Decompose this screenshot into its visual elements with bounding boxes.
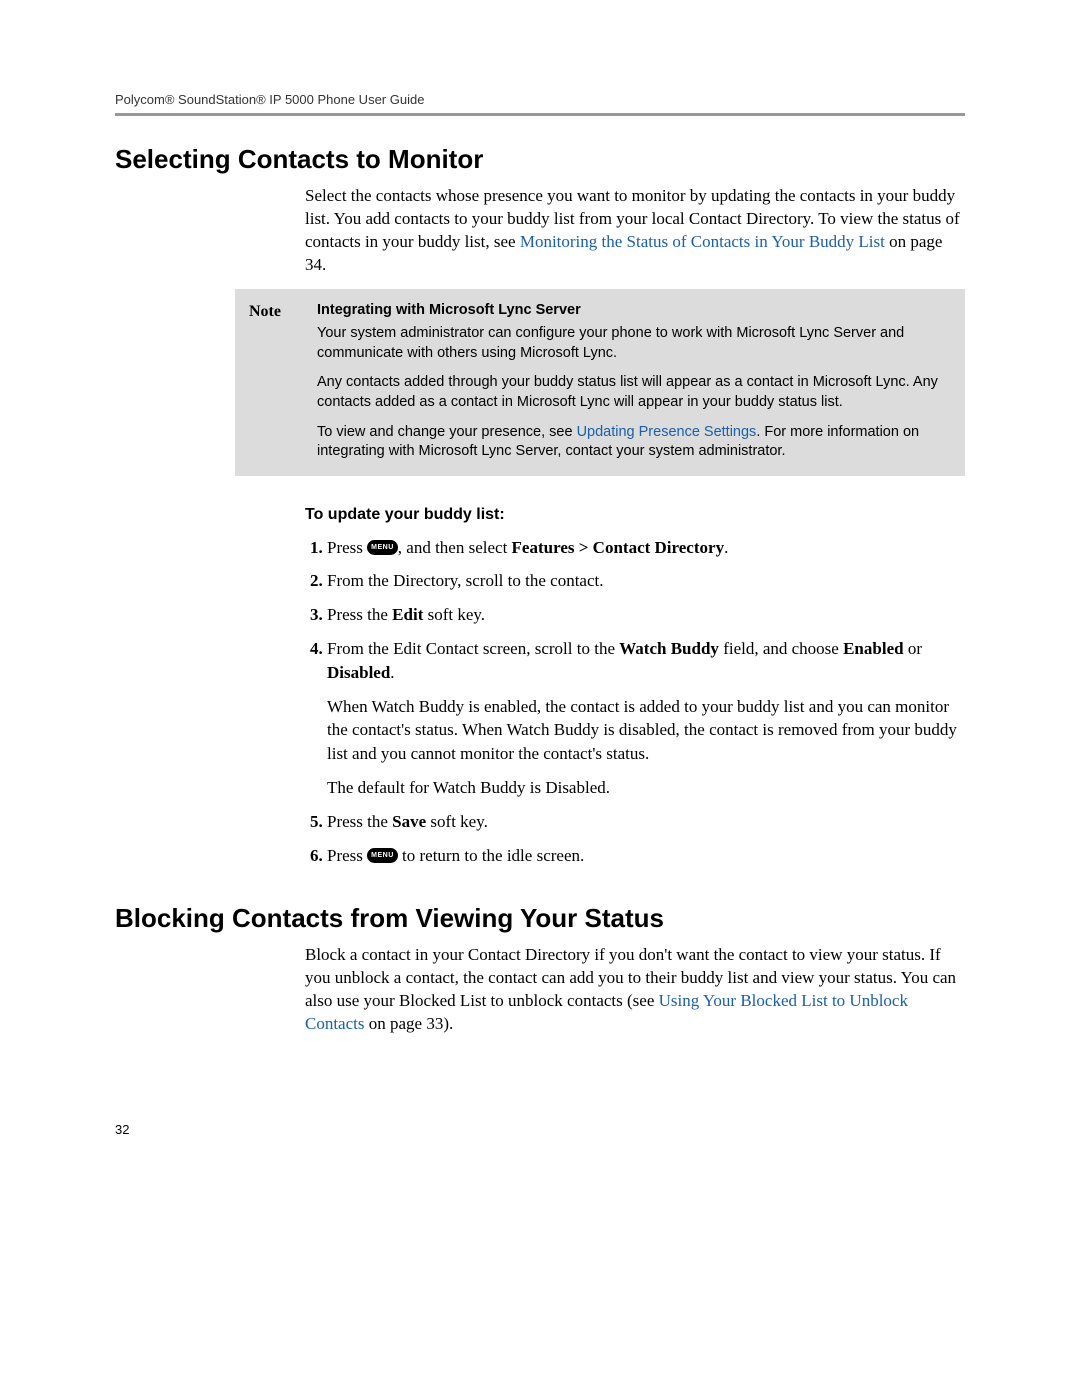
step3-b: Edit — [392, 605, 423, 624]
s2-post: on page 33). — [365, 1014, 454, 1033]
menu-button-icon: MENU — [367, 848, 398, 863]
note-label: Note — [249, 301, 295, 462]
procedure-title: To update your buddy list: — [305, 506, 965, 524]
page-number: 32 — [115, 1122, 129, 1137]
step5-a: Press the — [327, 812, 392, 831]
step6-post: to return to the idle screen. — [398, 846, 584, 865]
step4-g: . — [390, 663, 394, 682]
step3-c: soft key. — [423, 605, 485, 624]
step4-d: Enabled — [843, 639, 903, 658]
note-p3: To view and change your presence, see Up… — [317, 423, 951, 462]
running-header: Polycom® SoundStation® IP 5000 Phone Use… — [115, 92, 965, 107]
section2-paragraph: Block a contact in your Contact Director… — [305, 944, 965, 1036]
note-box: Note Integrating with Microsoft Lync Ser… — [235, 289, 965, 476]
header-rule — [115, 113, 965, 116]
step4-f: Disabled — [327, 663, 390, 682]
section1-intro: Select the contacts whose presence you w… — [305, 185, 965, 277]
note-body: Integrating with Microsoft Lync Server Y… — [317, 301, 951, 462]
step3-a: Press the — [327, 605, 392, 624]
note-p3-pre: To view and change your presence, see — [317, 424, 577, 440]
section-heading-selecting: Selecting Contacts to Monitor — [115, 144, 965, 175]
section2-body: Block a contact in your Contact Director… — [305, 944, 965, 1036]
step-3: Press the Edit soft key. — [327, 603, 965, 627]
step1-pre: Press — [327, 538, 367, 557]
step-5: Press the Save soft key. — [327, 810, 965, 834]
step6-pre: Press — [327, 846, 367, 865]
step1-bold: Features > Contact Directory — [512, 538, 725, 557]
step4-a: From the Edit Contact screen, scroll to … — [327, 639, 619, 658]
step-1: Press MENU, and then select Features > C… — [327, 536, 965, 560]
section1-body: Select the contacts whose presence you w… — [305, 185, 965, 277]
step4-b: Watch Buddy — [619, 639, 719, 658]
menu-button-icon: MENU — [367, 540, 398, 555]
step5-c: soft key. — [426, 812, 488, 831]
step5-b: Save — [392, 812, 426, 831]
note-p1: Your system administrator can configure … — [317, 324, 951, 363]
step1-post-b: . — [724, 538, 728, 557]
step4-c: field, and choose — [719, 639, 843, 658]
section-heading-blocking: Blocking Contacts from Viewing Your Stat… — [115, 903, 965, 934]
link-updating-presence[interactable]: Updating Presence Settings — [577, 424, 757, 440]
note-p2: Any contacts added through your buddy st… — [317, 373, 951, 412]
note-title: Integrating with Microsoft Lync Server — [317, 301, 951, 321]
steps-list: Press MENU, and then select Features > C… — [305, 536, 965, 868]
procedure-block: To update your buddy list: Press MENU, a… — [305, 506, 965, 868]
step4-extra2: The default for Watch Buddy is Disabled. — [327, 776, 965, 800]
page: Polycom® SoundStation® IP 5000 Phone Use… — [0, 0, 1080, 1397]
step-4: From the Edit Contact screen, scroll to … — [327, 637, 965, 800]
step-2: From the Directory, scroll to the contac… — [327, 569, 965, 593]
step4-e: or — [904, 639, 922, 658]
step1-post-a: , and then select — [398, 538, 512, 557]
link-monitoring-status[interactable]: Monitoring the Status of Contacts in You… — [520, 232, 885, 251]
step-6: Press MENU to return to the idle screen. — [327, 844, 965, 868]
step4-extra1: When Watch Buddy is enabled, the contact… — [327, 695, 965, 766]
